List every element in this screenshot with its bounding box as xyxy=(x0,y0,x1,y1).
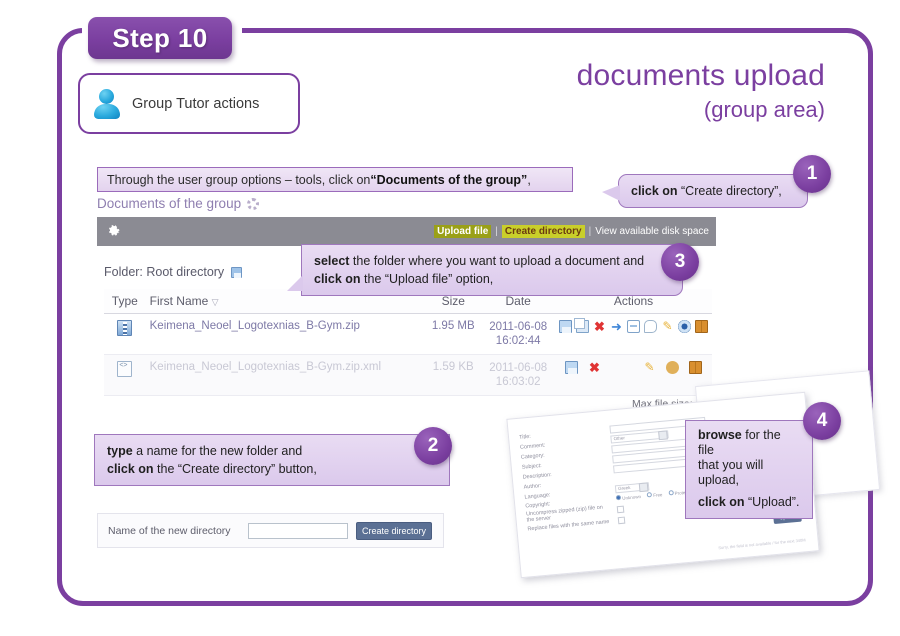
file-size-cell: 1.59 KB xyxy=(425,354,482,396)
move-icon[interactable]: ➜ xyxy=(610,320,623,333)
step-badge-label: Step 10 xyxy=(112,22,208,53)
role-box-label: Group Tutor actions xyxy=(132,95,260,112)
upload-file-link[interactable]: Upload file xyxy=(434,225,492,238)
documents-toolbar: Upload file | Create directory | View av… xyxy=(97,217,716,246)
step-badge: Step 10 xyxy=(88,17,232,59)
file-actions-cell: ✖ ✎ xyxy=(555,354,712,396)
column-header-type[interactable]: Type xyxy=(104,289,146,314)
edit-icon[interactable]: ✎ xyxy=(661,320,674,333)
gear-icon xyxy=(247,197,260,210)
callout-4-line3-rest: “Upload”. xyxy=(744,495,800,509)
file-date-time: 16:03:02 xyxy=(495,376,541,388)
radio-free-icon xyxy=(646,492,653,498)
current-folder-label: Folder: Root directory xyxy=(104,265,225,279)
callout-3-line2-bold: click on xyxy=(314,272,361,286)
callout-4: browse for the file that you will upload… xyxy=(685,420,813,519)
callout-3-badge: 3 xyxy=(661,243,699,281)
save-icon[interactable] xyxy=(559,320,572,333)
page-heading-label: Documents of the group xyxy=(97,196,242,211)
radio-unknown-icon xyxy=(615,494,622,501)
save-icon[interactable] xyxy=(565,361,578,374)
callout-1: click on “Create directory”, xyxy=(602,174,808,208)
page-title-sub: (group area) xyxy=(703,97,825,122)
file-type-cell xyxy=(104,354,146,396)
table-row[interactable]: Keimena_Neoel_Logotexnias_B-Gym.zip.xml … xyxy=(104,354,712,396)
toolbar-separator: | xyxy=(495,226,498,237)
delete-icon[interactable]: ✖ xyxy=(593,320,606,333)
table-row[interactable]: Keimena_Neoel_Logotexnias_B-Gym.zip 1.95… xyxy=(104,313,712,355)
instruction-prefix: Through the user group options – tools, … xyxy=(107,172,371,187)
files-table: Type First Name ▽ Size Date Actions Keim… xyxy=(104,289,712,396)
file-type-cell xyxy=(104,313,146,355)
callout-2-line1-bold: type xyxy=(107,444,133,458)
create-directory-link[interactable]: Create directory xyxy=(501,225,585,238)
uncompress-checkbox[interactable] xyxy=(616,505,625,513)
callout-3-line2-rest: the “Upload file” option, xyxy=(360,272,494,286)
callout-2-badge: 2 xyxy=(414,427,452,465)
callout-1-bold: click on xyxy=(631,184,678,198)
view-disk-space-link[interactable]: View available disk space xyxy=(595,226,709,237)
file-date-time: 16:02:44 xyxy=(495,335,541,347)
file-actions-cell: ✖ ➜ ✎ xyxy=(555,313,712,355)
callout-1-badge: 1 xyxy=(793,155,831,193)
callout-3-line1-bold: select xyxy=(314,254,350,268)
file-size-cell: 1.95 MB xyxy=(425,313,482,355)
role-box: Group Tutor actions xyxy=(78,73,300,134)
comment-icon[interactable] xyxy=(644,320,657,333)
callout-4-line3-bold: click on xyxy=(698,495,745,509)
file-date-cell: 2011-06-08 16:03:02 xyxy=(481,354,555,396)
callout-4-badge: 4 xyxy=(803,402,841,440)
callout-4-line2: that you will upload, xyxy=(698,458,764,487)
chevron-down-icon xyxy=(658,430,668,441)
visibility-icon[interactable] xyxy=(666,361,679,374)
slide-canvas: Step 10 Group Tutor actions documents up… xyxy=(0,0,900,636)
file-date-cell: 2011-06-08 16:02:44 xyxy=(481,313,555,355)
callout-3: select the folder where you want to uplo… xyxy=(287,244,683,296)
person-icon xyxy=(94,88,120,119)
file-date-day: 2011-06-08 xyxy=(489,362,548,374)
zip-file-icon xyxy=(117,320,133,336)
chevron-down-icon xyxy=(638,482,649,493)
book-icon[interactable] xyxy=(689,361,702,374)
disk-icon[interactable] xyxy=(231,266,243,278)
sort-caret-icon[interactable]: ▽ xyxy=(212,297,219,307)
xml-file-icon xyxy=(117,361,133,377)
callout-2-line2-rest: the “Create directory” button, xyxy=(153,462,317,476)
file-date-day: 2011-06-08 xyxy=(489,321,548,333)
replace-checkbox[interactable] xyxy=(617,516,626,525)
upload-language-select[interactable]: Greek xyxy=(614,482,650,494)
upload-form-footer-note: Sorry, the field is not available / for … xyxy=(718,537,806,551)
page-heading: Documents of the group xyxy=(97,196,260,211)
visibility-icon[interactable] xyxy=(678,320,691,333)
callout-3-line1-rest: the folder where you want to upload a do… xyxy=(349,254,645,268)
current-folder: Folder: Root directory xyxy=(104,265,243,279)
callout-1-rest: “Create directory”, xyxy=(677,184,782,198)
callout-2-line1-rest: a name for the new folder and xyxy=(132,444,303,458)
page-title: documents upload (group area) xyxy=(577,58,825,126)
rename-icon[interactable] xyxy=(627,320,640,333)
callout-2-line2-bold: click on xyxy=(107,462,154,476)
instruction-emphasis: “Documents of the group” xyxy=(370,172,528,187)
radio-protected-icon xyxy=(668,490,674,496)
create-directory-input[interactable] xyxy=(248,522,348,539)
callout-4-line1-bold: browse xyxy=(698,428,742,442)
toolbar-separator: | xyxy=(588,226,592,237)
create-directory-form: Name of the new directory Create directo… xyxy=(97,513,444,548)
page-title-main: documents upload xyxy=(576,59,825,92)
gear-icon[interactable] xyxy=(106,223,123,240)
delete-icon[interactable]: ✖ xyxy=(588,361,601,374)
copy-icon[interactable] xyxy=(574,318,589,333)
create-directory-label: Name of the new directory xyxy=(108,524,231,537)
create-directory-button[interactable]: Create directory xyxy=(356,521,433,540)
book-icon[interactable] xyxy=(695,320,708,333)
file-name-cell[interactable]: Keimena_Neoel_Logotexnias_B-Gym.zip.xml xyxy=(145,354,426,396)
edit-icon[interactable]: ✎ xyxy=(643,361,656,374)
callout-2: type a name for the new folder and click… xyxy=(94,434,450,486)
instruction-banner: Through the user group options – tools, … xyxy=(97,167,573,192)
toolbar-links: Upload file | Create directory | View av… xyxy=(434,225,709,238)
instruction-suffix: , xyxy=(527,172,531,187)
file-name-cell[interactable]: Keimena_Neoel_Logotexnias_B-Gym.zip xyxy=(145,313,426,355)
